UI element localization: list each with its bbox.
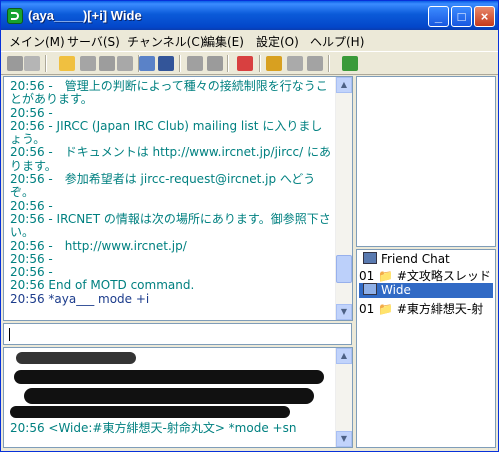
app-window: (aya____)[+i] Wide _ □ × メイン(M) サーバ(S) チ…	[0, 0, 499, 452]
channel-part-icon[interactable]	[99, 56, 115, 71]
redaction-scribble	[24, 388, 314, 404]
log-line: 20:56 - ドキュメントは http://www.ircnet.jp/jir…	[10, 145, 331, 173]
computer-icon	[363, 252, 377, 264]
toolbar	[1, 51, 498, 75]
menu-channel[interactable]: チャンネル(C)	[127, 33, 204, 50]
menu-edit[interactable]: 編集(E)	[203, 33, 244, 50]
log-line: 20:56 End of MOTD command.	[10, 278, 195, 293]
monitor-icon[interactable]	[139, 56, 155, 71]
minimize-button[interactable]: _	[428, 6, 449, 27]
log-line: 20:56 <Wide:#東方緋想天-射命丸文> *mode +sn	[10, 421, 297, 435]
log-line: 20:56 -	[10, 265, 53, 280]
window-title: (aya____)[+i] Wide	[28, 8, 142, 23]
computer-icon	[363, 283, 377, 295]
secondary-log-scrollbar[interactable]: ▲ ▼	[335, 348, 352, 447]
channel-list-icon[interactable]	[117, 56, 133, 71]
scroll-down-button[interactable]: ▼	[336, 431, 352, 447]
channel-join-icon[interactable]	[80, 56, 96, 71]
text-caret	[9, 328, 10, 341]
menu-settings[interactable]: 設定(O)	[256, 33, 299, 50]
search-icon[interactable]	[266, 56, 282, 71]
maximize-button[interactable]: □	[451, 6, 472, 27]
menu-bar: メイン(M) サーバ(S) チャンネル(C) 編集(E) 設定(O) ヘルプ(H…	[1, 30, 498, 50]
tree-item-channel[interactable]: 01 📁 #東方緋想天-射	[359, 300, 493, 316]
redaction-scribble	[10, 406, 290, 418]
exit-icon[interactable]	[342, 56, 358, 71]
connect-icon[interactable]	[7, 56, 23, 71]
scroll-up-button[interactable]: ▲	[336, 77, 352, 93]
main-log-pane[interactable]: 20:56 - 管理上の判断によって種々の接続制限を行なうことがあります。 20…	[3, 76, 353, 321]
log-line: 20:56 -	[10, 251, 53, 266]
redaction-scribble	[16, 352, 136, 364]
checklist-icon[interactable]	[237, 56, 253, 71]
log-line: 20:56 - 参加希望者は jircc-request@ircnet.jp へ…	[10, 172, 316, 200]
log-line: 20:56 -	[10, 198, 53, 213]
scroll-thumb[interactable]	[336, 255, 352, 283]
main-log-scrollbar[interactable]: ▲ ▼	[335, 77, 352, 320]
log-line: 20:56 - IRCNET の情報は次の場所にあります。御参照下さい。	[10, 211, 331, 240]
log-line: 20:56 -	[10, 105, 53, 120]
log-line: 20:56 *aya___ mode +i	[10, 291, 150, 306]
dcc-icon[interactable]	[207, 56, 223, 71]
tree-item-friend-chat[interactable]: Friend Chat	[359, 252, 493, 267]
title-bar[interactable]: (aya____)[+i] Wide _ □ ×	[1, 1, 498, 30]
disconnect-icon[interactable]	[24, 56, 40, 71]
computer-icon[interactable]	[158, 56, 174, 71]
scroll-up-button[interactable]: ▲	[336, 348, 352, 364]
reply-icon[interactable]	[287, 56, 303, 71]
channel-tree-pane[interactable]: Friend Chat 01 📁 #文攻略スレッド Wide 01 📁 #東方緋…	[356, 249, 496, 448]
main-log: 20:56 - 管理上の判断によって種々の接続制限を行なうことがあります。 20…	[10, 79, 334, 306]
log-line: 20:56 - http://www.ircnet.jp/	[10, 238, 187, 253]
close-button[interactable]: ×	[474, 6, 495, 27]
lock-icon[interactable]	[187, 56, 203, 71]
member-list-pane[interactable]	[356, 76, 496, 247]
redaction-scribble	[14, 370, 324, 384]
log-line: 20:56 - JIRCC (Japan IRC Club) mailing l…	[10, 118, 323, 147]
menu-server[interactable]: サーバ(S)	[67, 33, 120, 50]
folder-icon[interactable]	[59, 56, 75, 71]
menu-help[interactable]: ヘルプ(H)	[310, 33, 364, 50]
menu-main[interactable]: メイン(M)	[9, 33, 65, 50]
scroll-down-button[interactable]: ▼	[336, 304, 352, 320]
tree-item-channel[interactable]: 01 📁 #文攻略スレッド	[359, 267, 493, 283]
tree-item-wide[interactable]: Wide	[359, 283, 493, 298]
stop-icon[interactable]	[307, 56, 323, 71]
secondary-log-pane[interactable]: 20:56 <Wide:#東方緋想天-射命丸文> *mode +sn ▲ ▼	[3, 347, 353, 448]
message-input[interactable]	[3, 323, 352, 345]
log-line: 20:56 - 管理上の判断によって種々の接続制限を行なうことがあります。	[10, 79, 328, 107]
app-logo-icon	[7, 8, 23, 24]
